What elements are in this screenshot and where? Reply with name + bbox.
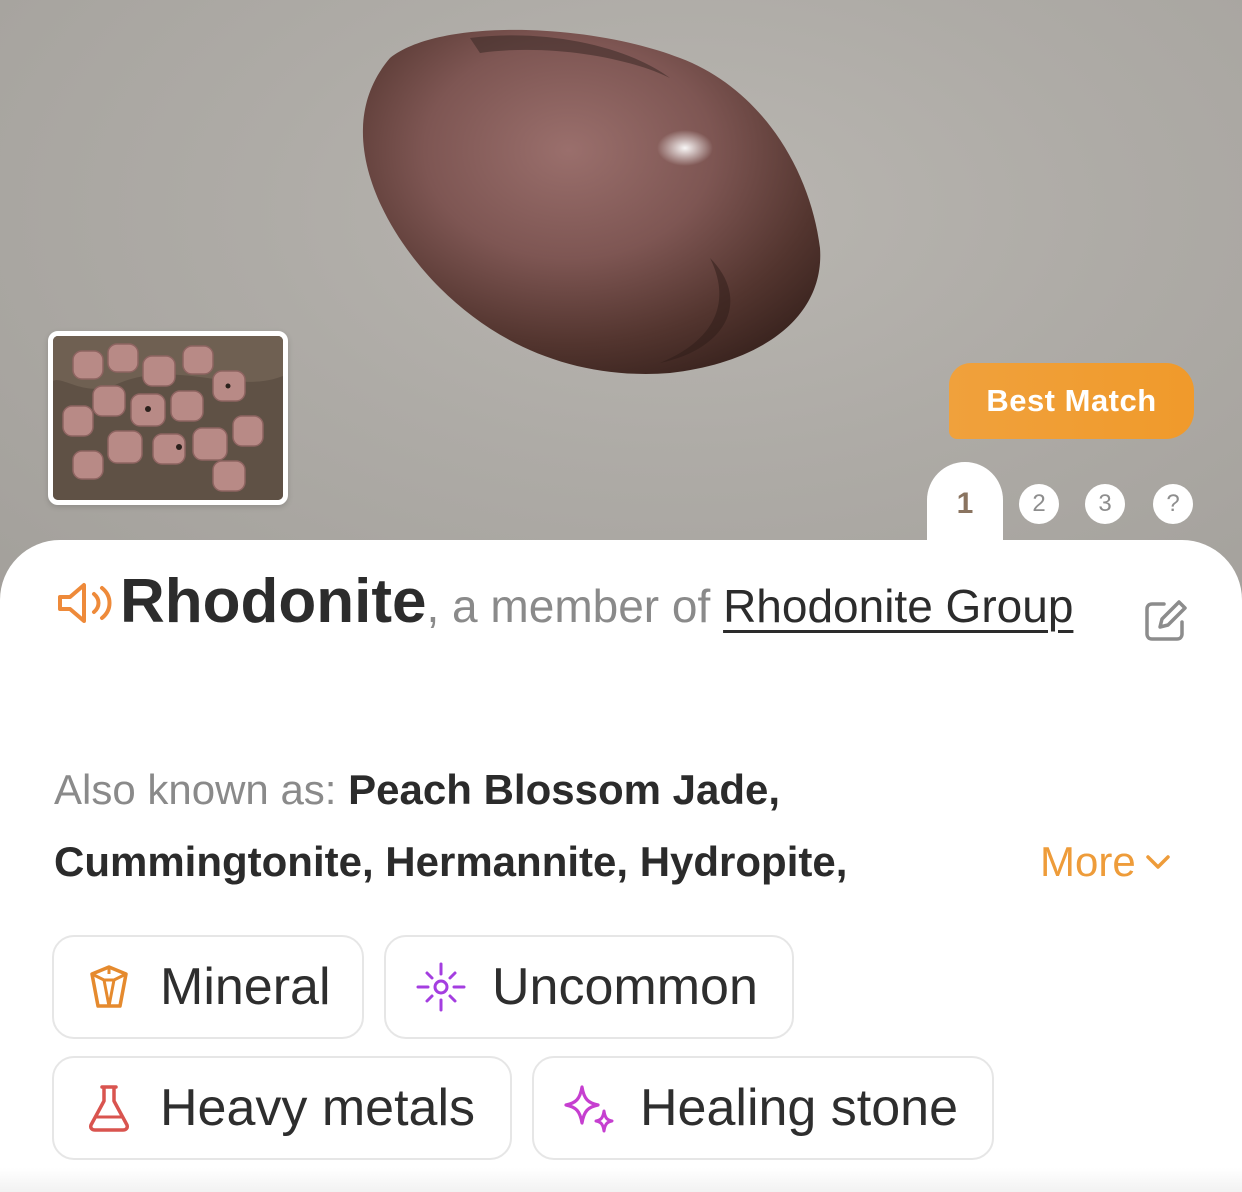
- tab-result-3[interactable]: 3: [1085, 484, 1125, 524]
- bottom-fade: [0, 1168, 1242, 1192]
- tag-mineral[interactable]: Mineral: [52, 935, 364, 1039]
- more-button[interactable]: More: [1040, 832, 1172, 892]
- species-name: Rhodonite: [120, 567, 427, 636]
- tag-label: Mineral: [160, 958, 331, 1016]
- best-match-badge: Best Match: [949, 363, 1194, 439]
- tag-label: Uncommon: [492, 958, 758, 1016]
- species-title: Rhodonite, a member of Rhodonite Group: [54, 566, 1104, 642]
- also-known-as: Also known as: Peach Blossom Jade, Cummi…: [54, 754, 1014, 898]
- sparkles-icon: [562, 1081, 616, 1135]
- crystal-icon: [82, 960, 136, 1014]
- tag-healing-stone[interactable]: Healing stone: [532, 1056, 994, 1160]
- tag-uncommon[interactable]: Uncommon: [384, 935, 794, 1039]
- tab-result-2[interactable]: 2: [1019, 484, 1059, 524]
- sparkle-burst-icon: [414, 960, 468, 1014]
- thumbnail-beads-image[interactable]: [48, 331, 288, 505]
- aka-label: Also known as:: [54, 766, 349, 813]
- chevron-down-icon: [1145, 855, 1170, 869]
- tag-label: Healing stone: [640, 1079, 958, 1137]
- group-link[interactable]: Rhodonite Group: [723, 580, 1073, 632]
- rhodonite-stone-image: [362, 29, 821, 374]
- tag-heavy-metals[interactable]: Heavy metals: [52, 1056, 512, 1160]
- more-label: More: [1040, 838, 1136, 885]
- flask-icon: [82, 1081, 136, 1135]
- tab-result-help[interactable]: ?: [1153, 484, 1193, 524]
- tab-result-1[interactable]: 1: [945, 484, 985, 524]
- speaker-icon[interactable]: [54, 576, 120, 626]
- edit-icon[interactable]: [1140, 596, 1190, 646]
- tag-label: Heavy metals: [160, 1079, 475, 1137]
- member-of-text: , a member of: [426, 580, 724, 632]
